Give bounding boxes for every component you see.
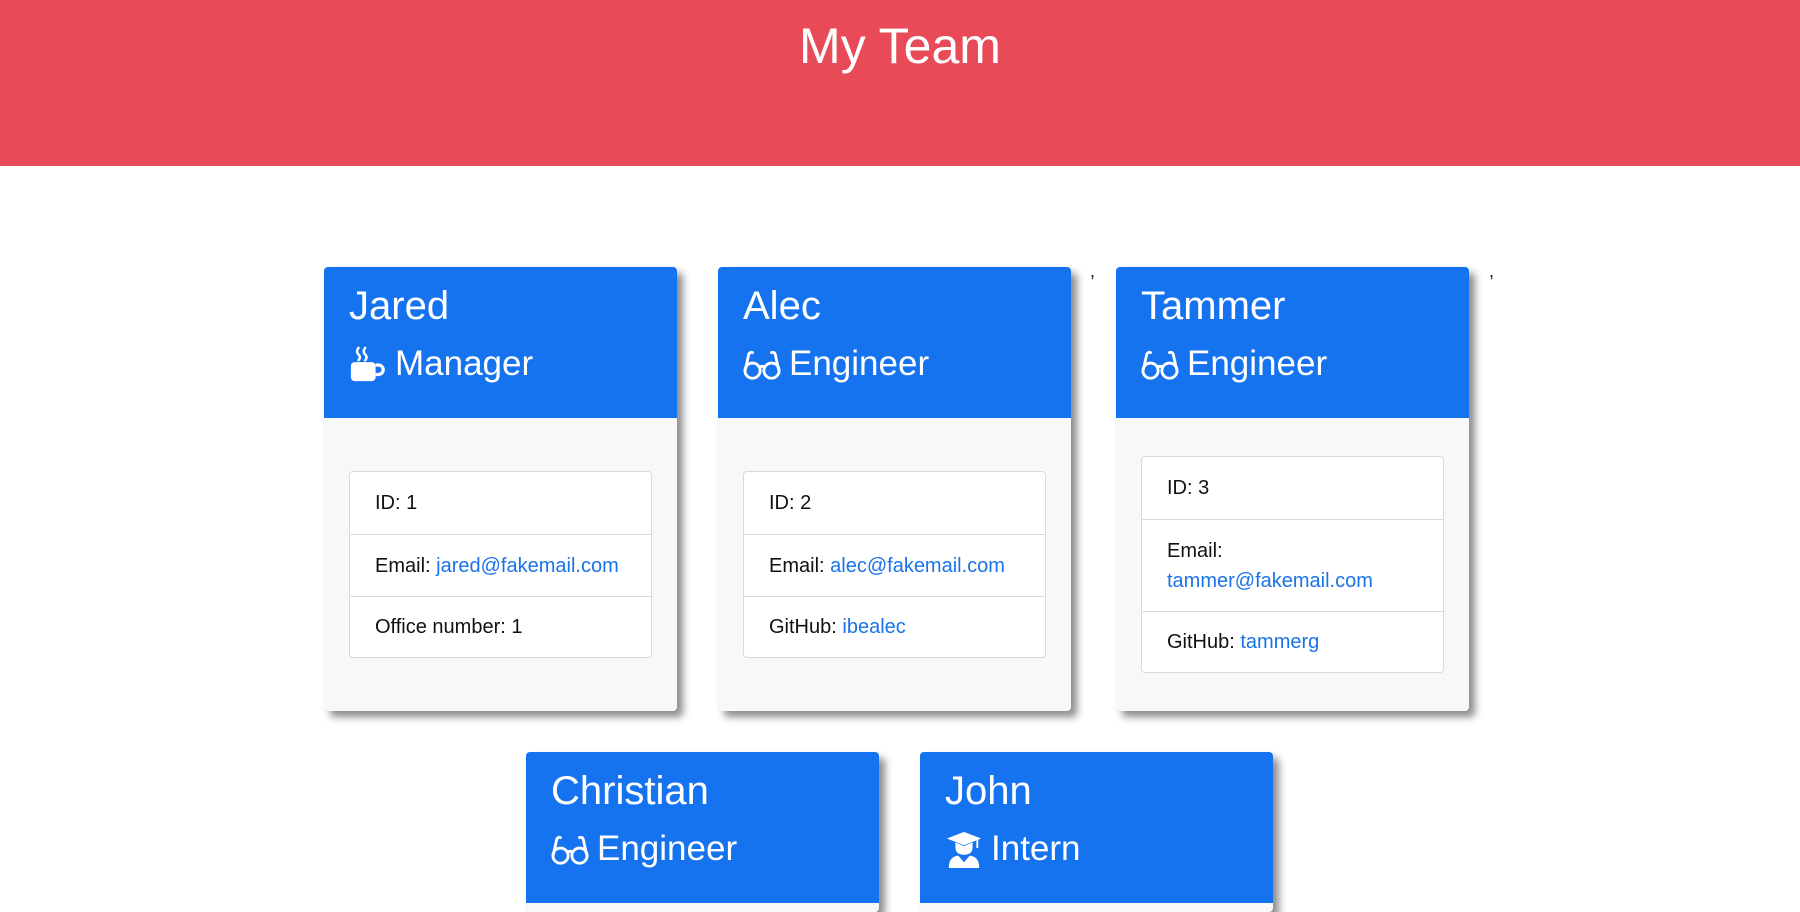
role-label: Engineer (1187, 344, 1328, 383)
card-header: Tammer Engineer (1116, 267, 1469, 418)
id-row: ID: 1 (350, 472, 651, 534)
employee-name: Jared (349, 284, 450, 328)
email-row: Email: tammer@fakemail.com (1142, 519, 1443, 611)
card-header: John Intern (920, 752, 1273, 903)
employee-role: Engineer (1141, 341, 1327, 387)
glasses-icon (1141, 345, 1179, 383)
role-label: Engineer (597, 829, 738, 868)
role-label: Engineer (789, 344, 930, 383)
id-row: ID: 2 (744, 472, 1045, 534)
id-text: ID: 2 (769, 492, 812, 514)
github-label: GitHub: (769, 616, 837, 638)
email-label: Email: (1167, 539, 1223, 562)
card-header: Jared Manager (324, 267, 677, 418)
email-row: Email: jared@fakemail.com (350, 534, 651, 596)
office-number-row: Office number: 1 (350, 596, 651, 657)
employee-card-jared: Jared Manager ID: 1 Email: jared@fakemai… (324, 267, 677, 711)
page-header: My Team (0, 0, 1800, 166)
info-list: ID: 1 Email: jared@fakemail.com Office n… (349, 471, 652, 658)
employee-name: Alec (743, 284, 821, 328)
employee-name: John (945, 769, 1032, 813)
glasses-icon (743, 345, 781, 383)
email-label: Email: (375, 554, 431, 577)
id-row: ID: 3 (1142, 457, 1443, 519)
employee-role: Manager (349, 341, 533, 387)
stray-comma: , (1489, 261, 1495, 281)
employee-card-christian: Christian Engineer (526, 752, 879, 912)
employee-role: Engineer (743, 341, 929, 387)
employee-card-john: John Intern (920, 752, 1273, 912)
employee-card-tammer: Tammer Engineer ID: 3 Email: tammer@fake… (1116, 267, 1469, 711)
employee-role: Intern (945, 826, 1081, 872)
github-row: GitHub: ibealec (744, 596, 1045, 657)
glasses-icon (551, 830, 589, 868)
graduate-icon (945, 830, 983, 868)
github-link[interactable]: tammerg (1240, 631, 1319, 653)
employee-name: Tammer (1141, 284, 1286, 328)
id-text: ID: 1 (375, 492, 418, 514)
employee-name: Christian (551, 769, 709, 813)
github-label: GitHub: (1167, 631, 1235, 653)
role-label: Intern (991, 829, 1081, 868)
info-list: ID: 2 Email: alec@fakemail.com GitHub: i… (743, 471, 1046, 658)
page-title: My Team (799, 18, 1001, 74)
employee-card-alec: Alec Engineer ID: 2 Email: alec@fakemail… (718, 267, 1071, 711)
role-label: Manager (395, 344, 534, 383)
email-label: Email: (769, 554, 825, 577)
card-header: Christian Engineer (526, 752, 879, 903)
github-link[interactable]: ibealec (842, 616, 905, 638)
email-link[interactable]: alec@fakemail.com (830, 555, 1005, 577)
stray-comma: , (1090, 261, 1096, 281)
email-link[interactable]: tammer@fakemail.com (1167, 566, 1418, 596)
office-number-text: Office number: 1 (375, 616, 523, 638)
email-link[interactable]: jared@fakemail.com (436, 555, 619, 577)
employee-role: Engineer (551, 826, 737, 872)
email-row: Email: alec@fakemail.com (744, 534, 1045, 596)
coffee-mug-icon (349, 345, 387, 383)
id-text: ID: 3 (1167, 477, 1210, 499)
info-list: ID: 3 Email: tammer@fakemail.com GitHub:… (1141, 456, 1444, 673)
card-header: Alec Engineer (718, 267, 1071, 418)
github-row: GitHub: tammerg (1142, 611, 1443, 672)
